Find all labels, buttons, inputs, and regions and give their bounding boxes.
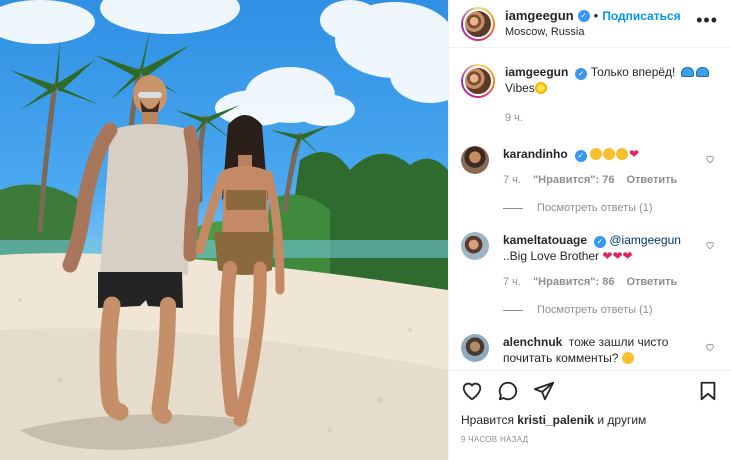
reply-button[interactable]: Ответить [626,274,677,290]
surfer-emoji-icon [680,67,694,77]
comment-verified-badge-icon: ✓ [594,236,607,248]
like-heart-icon[interactable] [461,380,483,402]
comment-bubble-icon[interactable] [497,380,519,402]
header-top-line: iamgeegun ✓ • Подписаться [505,8,681,24]
comment-likes[interactable]: "Нравится": 76 [533,172,614,188]
caption-avatar[interactable] [463,66,493,96]
laughing-emoji-icon [621,352,634,364]
caption-text: Только вперёд! [590,65,676,79]
header-texts: iamgeegun ✓ • Подписаться Moscow, Russia [505,8,681,40]
comment-time[interactable]: 7 ч. [503,172,521,188]
comment-body: karandinho ✓ ❤ 7 ч. "Нравится": 76 Ответи… [503,146,699,188]
follow-button[interactable]: Подписаться [602,8,680,24]
comment-time[interactable]: 7 ч. [503,274,521,290]
star-struck-emoji-icon [603,148,616,160]
comment-meta: 7 ч. "Нравится": 76 Ответить [503,172,699,188]
comment-item: alenchnuk тоже зашли чисто почитать комм… [461,334,719,366]
caption-story-ring[interactable] [461,64,495,98]
liked-by-username[interactable]: kristi_palenik [517,413,594,427]
view-replies-label[interactable]: Посмотреть ответы (1) [537,304,653,316]
post-timestamp[interactable]: 9 ЧАСОВ НАЗАД [461,435,719,444]
comment-verified-badge-icon: ✓ [574,150,587,162]
star-struck-emoji-icon [590,148,603,160]
comment-meta: 7 ч. "Нравится": 86 Ответить [503,274,699,290]
action-icons-row [461,379,719,403]
post-side-panel: iamgeegun ✓ • Подписаться Moscow, Russia… [448,0,730,460]
separator-dot: • [593,7,599,23]
caption-body: iamgeegun ✓ Только вперёд! Vibes 9 ч. [505,64,715,126]
instagram-post: iamgeegun ✓ • Подписаться Moscow, Russia… [0,0,730,460]
like-comment-heart-icon[interactable] [705,342,715,352]
story-ring[interactable] [461,6,495,41]
comment-body: kameltatouage ✓ @iamgeegun ..Big Love Bro… [503,232,699,290]
avatar[interactable] [463,8,493,39]
share-paper-plane-icon[interactable] [533,380,555,402]
like-comment-heart-icon[interactable] [705,154,715,164]
view-replies-button[interactable]: Посмотреть ответы (1) [503,202,719,214]
caption-time[interactable]: 9 ч. [505,110,523,126]
commenter-avatar[interactable] [461,334,489,362]
comments-list[interactable]: iamgeegun ✓ Только вперёд! Vibes 9 ч. kar… [449,48,730,368]
comment-username[interactable]: karandinho [503,147,568,161]
author-username[interactable]: iamgeegun [505,8,574,24]
comment-username[interactable]: alenchnuk [503,335,562,349]
more-options-icon[interactable]: ••• [696,11,718,29]
post-header: iamgeegun ✓ • Подписаться Moscow, Russia… [449,0,730,48]
red-heart-emoji-icon: ❤ [629,147,640,161]
red-heart-emoji-icon: ❤ [612,249,623,263]
sun-emoji-icon [534,82,547,94]
view-replies-label[interactable]: Посмотреть ответы (1) [537,202,653,214]
commenter-avatar[interactable] [461,232,489,260]
red-heart-emoji-icon: ❤ [602,249,613,263]
post-actions: Нравится kristi_palenik и другим 9 ЧАСОВ… [449,370,730,460]
caption: iamgeegun ✓ Только вперёд! Vibes 9 ч. [461,64,719,126]
liked-by-line: Нравится kristi_palenik и другим [461,413,719,427]
post-photo[interactable] [0,0,448,460]
caption-username[interactable]: iamgeegun [505,65,568,79]
replies-line [503,309,523,311]
comment-likes[interactable]: "Нравится": 86 [533,274,614,290]
comment-item: kameltatouage ✓ @iamgeegun ..Big Love Bro… [461,232,719,290]
location-link[interactable]: Moscow, Russia [505,24,681,40]
caption-verified-badge-icon: ✓ [575,68,588,80]
view-replies-button[interactable]: Посмотреть ответы (1) [503,304,719,316]
caption-meta: 9 ч. [505,110,715,126]
red-heart-emoji-icon: ❤ [622,249,633,263]
comment-username[interactable]: kameltatouage [503,233,587,247]
replies-line [503,207,523,209]
comment-text: ..Big Love Brother [503,249,600,263]
commenter-avatar[interactable] [461,146,489,174]
caption-text-2: Vibes [505,81,535,95]
comment-body: alenchnuk тоже зашли чисто почитать комм… [503,334,699,366]
beach-couple-photo [0,0,448,460]
liked-by-suffix[interactable]: и другим [597,413,646,427]
comment-mention[interactable]: @iamgeegun [609,233,681,247]
bookmark-icon[interactable] [697,380,719,402]
reply-button[interactable]: Ответить [626,172,677,188]
liked-by-prefix: Нравится [461,413,514,427]
verified-badge-icon: ✓ [577,9,590,22]
like-comment-heart-icon[interactable] [705,240,715,250]
comment-item: karandinho ✓ ❤ 7 ч. "Нравится": 76 Ответи… [461,146,719,188]
star-struck-emoji-icon [616,148,629,160]
surfer-emoji-icon [695,67,709,77]
